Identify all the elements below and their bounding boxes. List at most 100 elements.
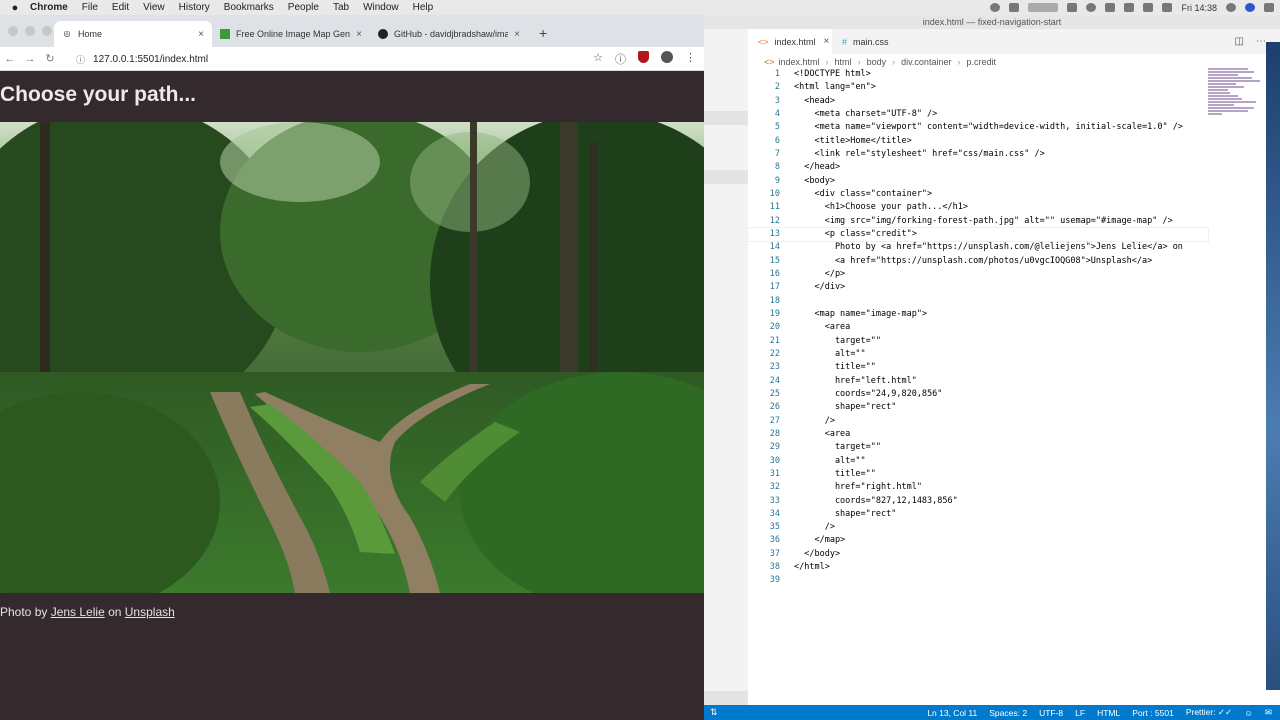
menu-view[interactable]: View — [143, 2, 165, 13]
code-line[interactable]: 34 shape="rect" — [748, 508, 1208, 521]
code-line[interactable]: 17 </div> — [748, 281, 1208, 294]
code-line-text[interactable]: coords="827,12,1483,856" — [780, 495, 958, 508]
code-line-text[interactable]: alt="" — [780, 348, 866, 361]
unsplash-link[interactable]: Unsplash — [125, 605, 175, 619]
menu-people[interactable]: People — [288, 2, 319, 13]
code-line-text[interactable]: <area — [780, 428, 851, 441]
code-line-text[interactable]: </html> — [780, 561, 830, 574]
wifi-icon[interactable] — [1124, 3, 1135, 12]
close-tab-icon[interactable]: × — [198, 29, 204, 40]
code-line[interactable]: 35 /> — [748, 521, 1208, 534]
code-line[interactable]: 18 — [748, 295, 1208, 308]
apple-menu-icon[interactable]: ● — [0, 2, 30, 14]
code-line[interactable]: 20 <area — [748, 321, 1208, 334]
code-line-text[interactable]: target="" — [780, 441, 881, 454]
code-line[interactable]: 25 coords="24,9,820,856" — [748, 388, 1208, 401]
code-line[interactable]: 28 <area — [748, 428, 1208, 441]
end-of-line[interactable]: LF — [1075, 708, 1085, 718]
code-line[interactable]: 4 <meta charset="UTF-8" /> — [748, 108, 1208, 121]
menu-file[interactable]: File — [82, 2, 98, 13]
code-line-text[interactable]: target="" — [780, 335, 881, 348]
new-tab-button[interactable]: + — [539, 25, 547, 41]
dropbox-icon[interactable] — [1067, 3, 1078, 12]
code-line-text[interactable]: <h1>Choose your path...</h1> — [780, 201, 968, 214]
code-line-text[interactable]: <img src="img/forking-forest-path.jpg" a… — [780, 215, 1173, 228]
code-line-text[interactable]: <meta name="viewport" content="width=dev… — [780, 121, 1182, 134]
close-window-button[interactable] — [8, 26, 18, 36]
code-line[interactable]: 11 <h1>Choose your path...</h1> — [748, 201, 1208, 214]
ublock-shield-icon[interactable] — [638, 51, 649, 63]
browser-tab-home[interactable]: ◎ Home × — [54, 21, 212, 47]
code-line-text[interactable]: <title>Home</title> — [780, 135, 911, 148]
encoding[interactable]: UTF-8 — [1039, 708, 1063, 718]
notification-center-icon[interactable] — [1264, 3, 1274, 12]
feedback-icon[interactable]: ☺ — [1244, 708, 1253, 718]
siri-icon[interactable] — [1245, 3, 1255, 12]
code-line-text[interactable]: <p class="credit"> — [780, 228, 917, 241]
battery-icon[interactable] — [1162, 3, 1173, 12]
remote-icon[interactable]: ⇅ — [710, 707, 718, 718]
minimize-window-button[interactable] — [25, 26, 35, 36]
code-line-text[interactable]: </body> — [780, 548, 840, 561]
code-line[interactable]: 15 <a href="https://unsplash.com/photos/… — [748, 255, 1208, 268]
menu-chrome[interactable]: Chrome — [30, 2, 68, 13]
code-line[interactable]: 2 <html lang="en"> — [748, 81, 1208, 94]
menu-bookmarks[interactable]: Bookmarks — [224, 2, 274, 13]
menu-tab[interactable]: Tab — [333, 2, 349, 13]
code-line[interactable]: 22 alt="" — [748, 348, 1208, 361]
code-line[interactable]: 1 <!DOCTYPE html> — [748, 68, 1208, 81]
menu-edit[interactable]: Edit — [112, 2, 129, 13]
editor-tab-main-css[interactable]: # main.css — [832, 29, 912, 54]
code-line[interactable]: 33 coords="827,12,1483,856" — [748, 495, 1208, 508]
forward-icon[interactable]: → — [20, 53, 40, 65]
more-actions-icon[interactable]: ⋯ — [1256, 36, 1266, 47]
code-line[interactable]: 19 <map name="image-map"> — [748, 308, 1208, 321]
code-line-text[interactable]: <head> — [780, 95, 835, 108]
code-line[interactable]: 7 <link rel="stylesheet" href="css/main.… — [748, 148, 1208, 161]
code-line-text[interactable]: shape="rect" — [780, 401, 896, 414]
code-line-text[interactable]: <body> — [780, 175, 835, 188]
breadcrumb-item[interactable]: html — [835, 57, 852, 67]
menu-help[interactable]: Help — [413, 2, 434, 13]
code-line[interactable]: 13 <p class="credit"> — [747, 226, 1209, 243]
spotlight-icon[interactable] — [1226, 3, 1236, 12]
reload-icon[interactable]: ↻ — [40, 52, 60, 65]
code-line[interactable]: 10 <div class="container"> — [748, 188, 1208, 201]
code-line-text[interactable]: title="" — [780, 468, 876, 481]
breadcrumb-item[interactable]: index.html — [779, 57, 820, 67]
code-line[interactable]: 30 alt="" — [748, 455, 1208, 468]
code-line[interactable]: 36 </map> — [748, 534, 1208, 547]
split-editor-icon[interactable]: ◫ — [1235, 36, 1244, 47]
code-line-text[interactable]: title="" — [780, 361, 876, 374]
code-line[interactable]: 9 <body> — [748, 175, 1208, 188]
forest-path-image-map[interactable] — [0, 122, 704, 593]
code-line-text[interactable]: Photo by <a href="https://unsplash.com/@… — [780, 241, 1183, 254]
browser-tab-github[interactable]: GitHub - davidjbradshaw/imag × — [370, 21, 528, 47]
code-area[interactable]: 1 <!DOCTYPE html> 2 <html lang="en"> 3 <head… — [747, 68, 1209, 588]
code-line-text[interactable]: href="left.html" — [780, 375, 917, 388]
cursor-position[interactable]: Ln 13, Col 11 — [927, 708, 977, 718]
close-tab-icon[interactable]: × — [514, 29, 520, 40]
clock[interactable]: Fri 14:38 — [1181, 3, 1217, 13]
code-line-text[interactable]: </div> — [780, 281, 845, 294]
more-menu-icon[interactable]: ⋮ — [685, 51, 696, 67]
breadcrumb-item[interactable]: body — [867, 57, 887, 67]
code-line[interactable]: 21 target="" — [748, 335, 1208, 348]
prettier-status[interactable]: Prettier: ✓✓ — [1186, 707, 1232, 718]
code-line[interactable]: 32 href="right.html" — [748, 481, 1208, 494]
info-icon[interactable]: ⓘ — [76, 53, 85, 66]
code-line[interactable]: 23 title="" — [748, 361, 1208, 374]
close-editor-tab-icon[interactable]: × — [824, 36, 830, 47]
screen-icon[interactable] — [1009, 3, 1020, 12]
code-line-text[interactable]: /> — [780, 415, 835, 428]
indentation[interactable]: Spaces: 2 — [989, 708, 1027, 718]
minimap[interactable] — [1208, 68, 1264, 128]
live-server-port[interactable]: Port : 5501 — [1132, 708, 1174, 718]
code-line-text[interactable]: <map name="image-map"> — [780, 308, 927, 321]
code-line-text[interactable]: <a href="https://unsplash.com/photos/u0v… — [780, 255, 1152, 268]
code-line[interactable]: 24 href="left.html" — [748, 375, 1208, 388]
code-line-text[interactable]: alt="" — [780, 455, 866, 468]
extension-info-icon[interactable]: ⓘ — [615, 51, 626, 67]
code-line-text[interactable]: href="right.html" — [780, 481, 922, 494]
code-line-text[interactable]: <div class="container"> — [780, 188, 932, 201]
